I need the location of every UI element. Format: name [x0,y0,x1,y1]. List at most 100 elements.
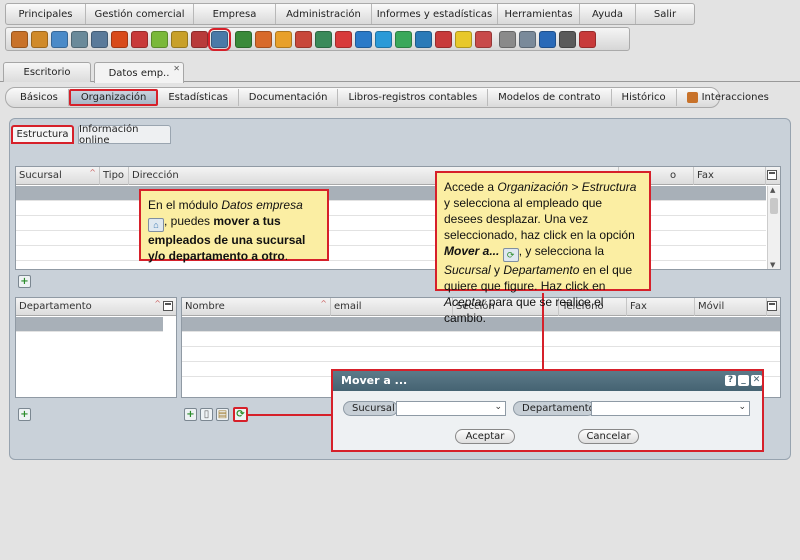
user-add-icon[interactable] [275,30,292,48]
col-fax[interactable]: Fax [694,167,766,185]
sucursales-grid: Sucursal ^ Tipo Dirección o Fax ▲ ▼ [15,166,781,270]
fire-icon[interactable] [111,30,128,48]
add-departamento-button[interactable]: + [18,408,31,421]
subtab-informacion-online[interactable]: Información online [78,124,171,146]
col-nombre[interactable]: Nombre ^ [182,298,331,316]
dialog-body: Sucursal ⌄ Departamento ⌄ Aceptar Cancel… [333,391,762,450]
move-to-button[interactable]: ⟳ [233,407,248,422]
minimize-icon[interactable]: _ [738,375,749,386]
note-icon[interactable] [499,30,516,48]
tab-libros-registros[interactable]: Libros-registros contables [338,89,489,106]
phone-icon[interactable] [539,30,556,48]
help-icon[interactable] [579,30,596,48]
menu-gestion-comercial[interactable]: Gestión comercial [86,4,194,24]
box-icon[interactable] [11,30,28,48]
table-row[interactable] [16,201,766,216]
menu-ayuda[interactable]: Ayuda [580,4,636,24]
add-sucursal-button[interactable]: + [18,275,31,288]
departamentos-grid-header: Departamento ^ [16,298,176,316]
callout-text: . [284,249,289,263]
pencil-icon[interactable] [151,30,168,48]
columns-menu-icon[interactable] [767,301,777,311]
scrollbar-thumb[interactable] [770,198,778,214]
connector-line [248,414,332,416]
col-fax[interactable]: Fax [627,298,695,316]
departamento-select[interactable]: ⌄ [591,401,750,416]
callout-intro: En el módulo Datos empresa ⌂, puedes mov… [139,189,329,263]
bag-icon[interactable] [191,30,208,48]
clipboard-icon[interactable] [519,30,536,48]
briefcase-icon[interactable] [171,30,188,48]
module-tabs: Básicos Organización Estadísticas Docume… [5,87,769,108]
tab-modelos-contrato[interactable]: Modelos de contrato [488,89,612,106]
person-icon[interactable] [51,30,68,48]
callout-instructions: Accede a Organización > Estructura y sel… [435,171,651,325]
target-icon[interactable] [131,30,148,48]
tab-organizacion[interactable]: Organización [68,89,159,106]
col-sucursal[interactable]: Sucursal ^ [16,167,100,185]
calendar-icon[interactable] [415,30,432,48]
subtab-estructura[interactable]: Estructura [11,125,74,144]
aceptar-button[interactable]: Aceptar [455,429,515,444]
close-icon[interactable]: ✕ [751,375,762,386]
table-row[interactable] [16,246,766,261]
tab-escritorio[interactable]: Escritorio [3,62,91,82]
col-departamento[interactable]: Departamento ^ [16,298,164,316]
add-empleado-button[interactable]: + [184,408,197,421]
scroll-up-icon[interactable]: ▲ [770,186,775,194]
company-icon[interactable] [208,27,231,51]
delete-icon[interactable]: ▯ [200,408,213,421]
diamond-icon[interactable] [395,30,412,48]
bulb-icon[interactable] [455,30,472,48]
tab-documentacion[interactable]: Documentación [239,89,339,106]
tab-basicos[interactable]: Básicos [10,89,69,106]
menu-informes[interactable]: Informes y estadísticas [372,4,498,24]
chart-icon[interactable] [315,30,332,48]
callout-text: Sucursal [444,263,491,277]
euro-icon[interactable] [355,30,372,48]
scroll-down-icon[interactable]: ▼ [770,261,775,269]
table-row[interactable] [182,347,780,362]
sort-icon: ^ [89,168,96,177]
columns-menu-icon[interactable] [163,301,173,311]
arrow-icon[interactable] [375,30,392,48]
scrollbar[interactable]: ▲ ▼ [767,186,780,269]
table-row[interactable] [182,332,780,347]
sucursal-select[interactable]: ⌄ [396,401,506,416]
sucursal-label: Sucursal [343,401,398,416]
tab-datos-empresa[interactable]: Datos emp.. ✕ [94,62,184,83]
sort-icon: ^ [320,299,327,308]
menu-empresa[interactable]: Empresa [194,4,276,24]
tab-historico[interactable]: Histórico [612,89,677,106]
cycle-icon[interactable] [335,30,352,48]
export-icon[interactable]: ▤ [216,408,229,421]
tab-estadisticas[interactable]: Estadísticas [158,89,239,106]
col-tipo[interactable]: Tipo [100,167,129,185]
menu-principales[interactable]: Principales [6,4,86,24]
table-row[interactable] [16,186,766,201]
table-row[interactable] [16,231,766,246]
cancelar-button[interactable]: Cancelar [578,429,639,444]
tab-interacciones[interactable]: Interacciones [677,89,779,106]
col-movil[interactable]: Móvil [695,298,767,316]
phone-list-icon[interactable] [295,30,312,48]
help-icon[interactable]: ? [725,375,736,386]
menu-herramientas[interactable]: Herramientas [498,4,580,24]
window-icon[interactable] [71,30,88,48]
table-row[interactable] [16,216,766,231]
monitor-icon[interactable] [91,30,108,48]
tools-icon[interactable] [559,30,576,48]
close-icon[interactable]: ✕ [173,64,180,73]
col-email[interactable]: email [331,298,453,316]
menu-administracion[interactable]: Administración [276,4,372,24]
door-icon[interactable] [235,30,252,48]
g-icon[interactable] [435,30,452,48]
departamento-label: Departamento [513,401,595,416]
doc-icon[interactable] [475,30,492,48]
people-icon[interactable] [31,30,48,48]
user-icon[interactable] [255,30,272,48]
menu-salir[interactable]: Salir [636,4,694,24]
table-row[interactable] [16,317,163,332]
columns-menu-icon[interactable] [767,170,777,180]
col-sucursal-label: Sucursal [19,170,62,181]
